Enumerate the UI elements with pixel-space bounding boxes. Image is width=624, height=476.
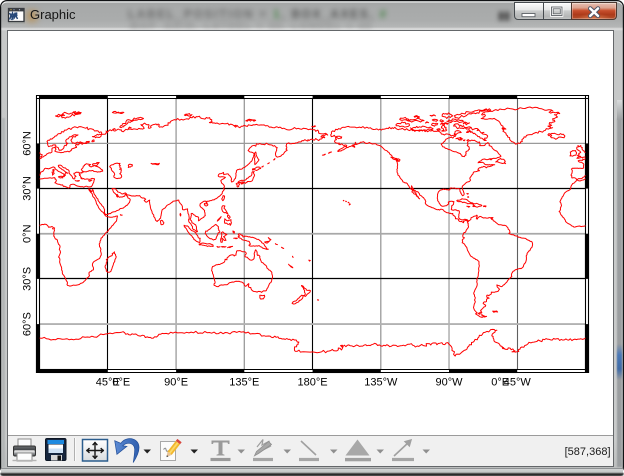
svg-text:90°W: 90°W <box>435 377 463 389</box>
svg-text:135°E: 135°E <box>229 377 259 389</box>
svg-text:135°W: 135°W <box>364 377 398 389</box>
svg-text:30°S: 30°S <box>22 267 34 291</box>
svg-text:180°E: 180°E <box>298 377 328 389</box>
svg-text:60°N: 60°N <box>22 131 34 156</box>
svg-text:0°N: 0°N <box>22 224 34 243</box>
svg-text:60°S: 60°S <box>22 312 34 336</box>
svg-text:0°E: 0°E <box>491 377 509 389</box>
svg-text:90°E: 90°E <box>164 377 188 389</box>
svg-text:0°E: 0°E <box>112 377 130 389</box>
svg-text:30°N: 30°N <box>22 176 34 201</box>
